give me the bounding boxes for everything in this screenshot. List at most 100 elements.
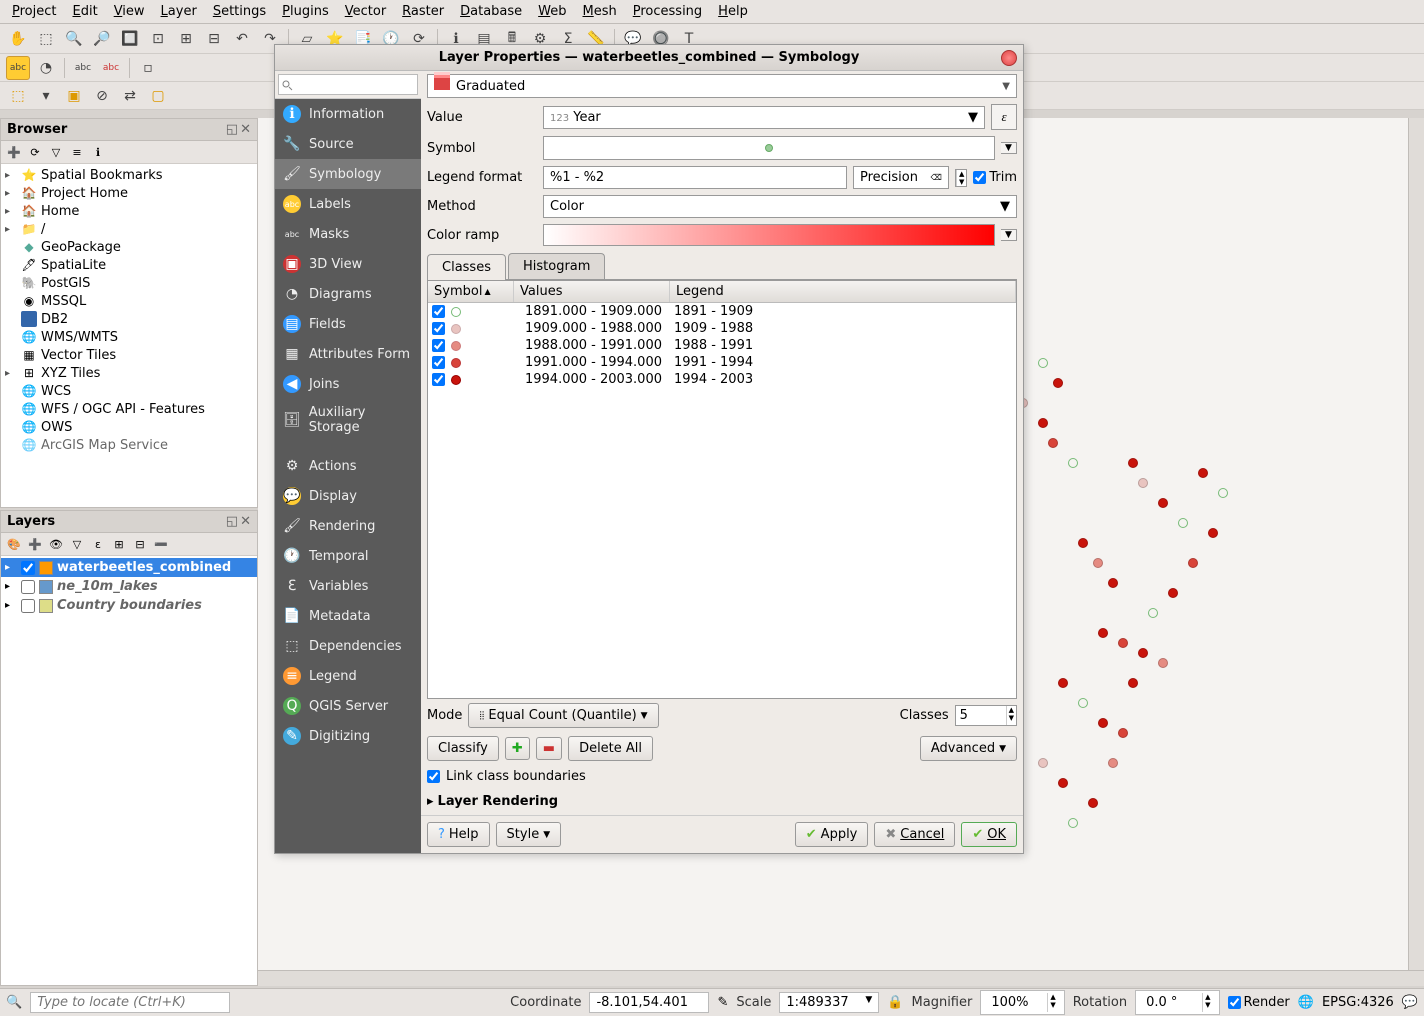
select-invert-icon[interactable]: ⇄ xyxy=(118,84,142,108)
browser-item[interactable]: 🌐WFS / OGC API - Features xyxy=(1,400,257,418)
sidebar-item-auxiliary-storage[interactable]: 🗄Auxiliary Storage xyxy=(275,399,421,441)
dialog-close-icon[interactable] xyxy=(1001,50,1017,66)
panel-undock-icon[interactable]: ◱ xyxy=(226,122,238,137)
properties-icon[interactable]: ℹ xyxy=(89,143,107,161)
precision-spinner[interactable]: ▲▼ xyxy=(955,169,967,187)
menu-layer[interactable]: Layer xyxy=(153,2,205,21)
browser-item[interactable]: ◆GeoPackage xyxy=(1,238,257,256)
remove-class-button[interactable]: ▬ xyxy=(536,737,562,760)
browser-item[interactable]: ▸⊞XYZ Tiles xyxy=(1,364,257,382)
filter-browser-icon[interactable]: ▽ xyxy=(47,143,65,161)
pan-selection-icon[interactable]: ⬚ xyxy=(34,27,58,51)
zoom-out-icon[interactable]: 🔎 xyxy=(90,27,114,51)
trim-checkbox[interactable]: Trim xyxy=(973,170,1017,185)
classify-button[interactable]: Classify xyxy=(427,736,499,761)
dialog-titlebar[interactable]: Layer Properties — waterbeetles_combined… xyxy=(275,45,1023,71)
sidebar-item-symbology[interactable]: 🖌Symbology xyxy=(275,159,421,189)
style-button[interactable]: Style ▼ xyxy=(496,822,562,847)
help-button[interactable]: ?Help xyxy=(427,822,490,847)
menu-web[interactable]: Web xyxy=(530,2,574,21)
browser-item[interactable]: 🌐WCS xyxy=(1,382,257,400)
menu-raster[interactable]: Raster xyxy=(394,2,452,21)
sidebar-item-actions[interactable]: ⚙Actions xyxy=(275,451,421,481)
select-rect-icon[interactable]: ⬚ xyxy=(6,84,30,108)
coord-toggle-icon[interactable]: ✎ xyxy=(717,995,728,1010)
label-toggle-icon[interactable]: abc xyxy=(99,56,123,80)
expression-filter-icon[interactable]: ε xyxy=(89,535,107,553)
menu-project[interactable]: Project xyxy=(4,2,65,21)
classes-spinner[interactable]: ▲▼ xyxy=(955,705,1017,726)
cancel-button[interactable]: ✖Cancel xyxy=(874,822,955,847)
col-symbol[interactable]: Symbol ▲ xyxy=(428,281,514,302)
coordinate-field[interactable]: -8.101,54.401 xyxy=(589,992,709,1013)
method-combo[interactable]: Color ▼ xyxy=(543,195,1017,218)
class-row[interactable]: 1891.000 - 1909.0001891 - 1909 xyxy=(428,303,1016,320)
class-visibility-checkbox[interactable] xyxy=(432,322,445,335)
browser-item[interactable]: 🐘PostGIS xyxy=(1,274,257,292)
locator-input[interactable] xyxy=(30,992,230,1013)
sidebar-item-dependencies[interactable]: ⬚Dependencies xyxy=(275,631,421,661)
menu-mesh[interactable]: Mesh xyxy=(575,2,625,21)
sidebar-item-rendering[interactable]: 🖌Rendering xyxy=(275,511,421,541)
browser-item[interactable]: 🌐ArcGIS Map Service xyxy=(1,436,257,454)
lock-icon[interactable]: 🔒 xyxy=(887,995,903,1010)
highlight-label-icon[interactable]: abc xyxy=(71,56,95,80)
panel-close-icon[interactable]: ✕ xyxy=(240,122,251,137)
browser-item[interactable]: ▸⭐Spatial Bookmarks xyxy=(1,166,257,184)
delete-all-button[interactable]: Delete All xyxy=(568,736,653,761)
add-layer-icon[interactable]: ➕ xyxy=(5,143,23,161)
menu-plugins[interactable]: Plugins xyxy=(274,2,337,21)
menu-processing[interactable]: Processing xyxy=(625,2,710,21)
render-checkbox[interactable]: Render xyxy=(1228,995,1290,1010)
browser-item[interactable]: ▸📁/ xyxy=(1,220,257,238)
advanced-button[interactable]: Advanced ▼ xyxy=(920,736,1017,761)
browser-item[interactable]: 🌐OWS xyxy=(1,418,257,436)
sidebar-item-digitizing[interactable]: ✎Digitizing xyxy=(275,721,421,751)
sidebar-item-information[interactable]: ℹInformation xyxy=(275,99,421,129)
expression-button[interactable]: ε xyxy=(991,104,1017,130)
browser-item[interactable]: ▸🏠Home xyxy=(1,202,257,220)
symbol-preview[interactable] xyxy=(543,136,995,160)
expand-all-icon[interactable]: ⊞ xyxy=(110,535,128,553)
classes-table[interactable]: Symbol ▲ Values Legend 1891.000 - 1909.0… xyxy=(427,280,1017,699)
sidebar-search-input[interactable] xyxy=(278,74,418,95)
zoom-in-icon[interactable]: 🔍 xyxy=(62,27,86,51)
sidebar-item-fields[interactable]: ▤Fields xyxy=(275,309,421,339)
sidebar-item-display[interactable]: 💬Display xyxy=(275,481,421,511)
select-value-icon[interactable]: ▾ xyxy=(34,84,58,108)
class-visibility-checkbox[interactable] xyxy=(432,305,445,318)
rotation-spin[interactable]: ▲▼ xyxy=(1135,990,1219,1015)
sidebar-item-joins[interactable]: ◀Joins xyxy=(275,369,421,399)
mode-combo[interactable]: ⦙⦙Equal Count (Quantile) ▼ xyxy=(468,703,658,728)
value-field-combo[interactable]: 123 Year ▼ xyxy=(543,106,985,129)
sidebar-item-diagrams[interactable]: ◔Diagrams xyxy=(275,279,421,309)
remove-layer-icon[interactable]: ➖ xyxy=(152,535,170,553)
layer-visibility-checkbox[interactable] xyxy=(21,599,35,613)
sidebar-item-attributes-form[interactable]: ▦Attributes Form xyxy=(275,339,421,369)
scrollbar-vertical[interactable] xyxy=(1408,118,1424,970)
link-boundaries-checkbox[interactable] xyxy=(427,770,440,783)
sidebar-item-labels[interactable]: abcLabels xyxy=(275,189,421,219)
label-tool-icon[interactable]: abc xyxy=(6,56,30,80)
layer-item[interactable]: ▸Country boundaries xyxy=(1,596,257,615)
apply-button[interactable]: ✔Apply xyxy=(795,822,869,847)
zoom-native-icon[interactable]: 🔲 xyxy=(118,27,142,51)
class-visibility-checkbox[interactable] xyxy=(432,356,445,369)
move-label-icon[interactable]: ▫ xyxy=(136,56,160,80)
col-legend[interactable]: Legend xyxy=(670,281,1016,302)
class-visibility-checkbox[interactable] xyxy=(432,373,445,386)
zoom-layer-icon[interactable]: ⊟ xyxy=(202,27,226,51)
class-row[interactable]: 1909.000 - 1988.0001909 - 1988 xyxy=(428,320,1016,337)
color-ramp-button[interactable] xyxy=(543,224,995,246)
menu-database[interactable]: Database xyxy=(452,2,530,21)
layer-item[interactable]: ▸waterbeetles_combined xyxy=(1,558,257,577)
menu-settings[interactable]: Settings xyxy=(205,2,274,21)
add-class-button[interactable]: ✚ xyxy=(505,737,530,760)
classes-count-input[interactable] xyxy=(956,706,1006,725)
symbol-dropdown[interactable]: ▼ xyxy=(1001,142,1017,154)
sidebar-item-temporal[interactable]: 🕐Temporal xyxy=(275,541,421,571)
browser-item[interactable]: 🖋SpatiaLite xyxy=(1,256,257,274)
layer-visibility-checkbox[interactable] xyxy=(21,561,35,575)
browser-item[interactable]: ◉MSSQL xyxy=(1,292,257,310)
sidebar-item-metadata[interactable]: 📄Metadata xyxy=(275,601,421,631)
